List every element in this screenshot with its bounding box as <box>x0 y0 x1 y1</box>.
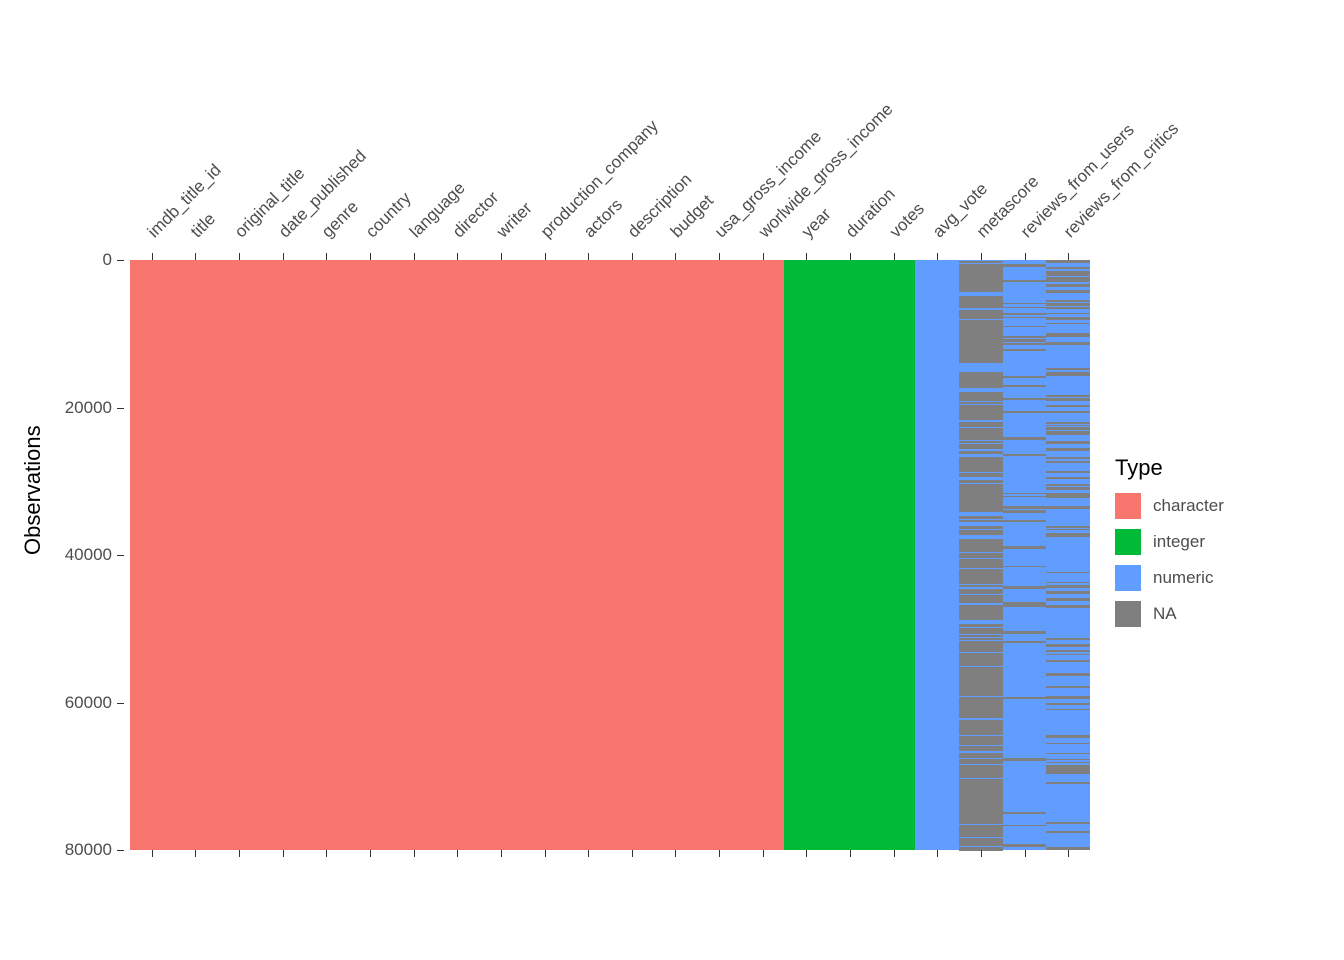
legend: Type character integer numeric NA <box>1115 455 1224 637</box>
legend-label: character <box>1153 496 1224 516</box>
column-metascore <box>959 260 1003 850</box>
legend-label: NA <box>1153 604 1177 624</box>
column-title <box>174 260 218 850</box>
column-production_company <box>523 260 567 850</box>
column-actors <box>566 260 610 850</box>
x-axis-ticks-bottom <box>130 850 1090 860</box>
column-duration <box>828 260 872 850</box>
plot-area <box>130 260 1090 850</box>
legend-label: numeric <box>1153 568 1213 588</box>
x-label-country: country <box>362 188 416 242</box>
column-year <box>784 260 828 850</box>
column-date_published <box>261 260 305 850</box>
legend-label: integer <box>1153 532 1205 552</box>
column-avg_vote <box>915 260 959 850</box>
y-tick-label: 40000 <box>65 545 112 565</box>
y-tick-label: 20000 <box>65 398 112 418</box>
column-director <box>435 260 479 850</box>
y-tick-label: 80000 <box>65 840 112 860</box>
y-tick-label: 0 <box>103 250 112 270</box>
legend-title: Type <box>1115 455 1224 481</box>
column-usa_gross_income <box>697 260 741 850</box>
column-description <box>610 260 654 850</box>
column-reviews_from_users <box>1003 260 1047 850</box>
column-imdb_title_id <box>130 260 174 850</box>
legend-item-NA: NA <box>1115 601 1224 627</box>
chart-container: Observations 020000400006000080000 imdb_… <box>0 0 1344 960</box>
legend-swatch-icon <box>1115 601 1141 627</box>
y-tick-label: 60000 <box>65 693 112 713</box>
column-worlwide_gross_income <box>741 260 785 850</box>
column-original_title <box>217 260 261 850</box>
x-label-year: year <box>798 204 836 242</box>
column-votes <box>872 260 916 850</box>
y-axis: 020000400006000080000 <box>0 260 130 850</box>
legend-item-integer: integer <box>1115 529 1224 555</box>
column-writer <box>479 260 523 850</box>
column-genre <box>305 260 349 850</box>
column-budget <box>654 260 698 850</box>
legend-swatch-icon <box>1115 493 1141 519</box>
x-label-title: title <box>187 209 220 242</box>
column-language <box>392 260 436 850</box>
legend-swatch-icon <box>1115 565 1141 591</box>
legend-swatch-icon <box>1115 529 1141 555</box>
x-axis-labels: imdb_title_idtitleoriginal_titledate_pub… <box>130 0 1090 260</box>
legend-item-character: character <box>1115 493 1224 519</box>
column-country <box>348 260 392 850</box>
column-reviews_from_critics <box>1046 260 1090 850</box>
legend-item-numeric: numeric <box>1115 565 1224 591</box>
